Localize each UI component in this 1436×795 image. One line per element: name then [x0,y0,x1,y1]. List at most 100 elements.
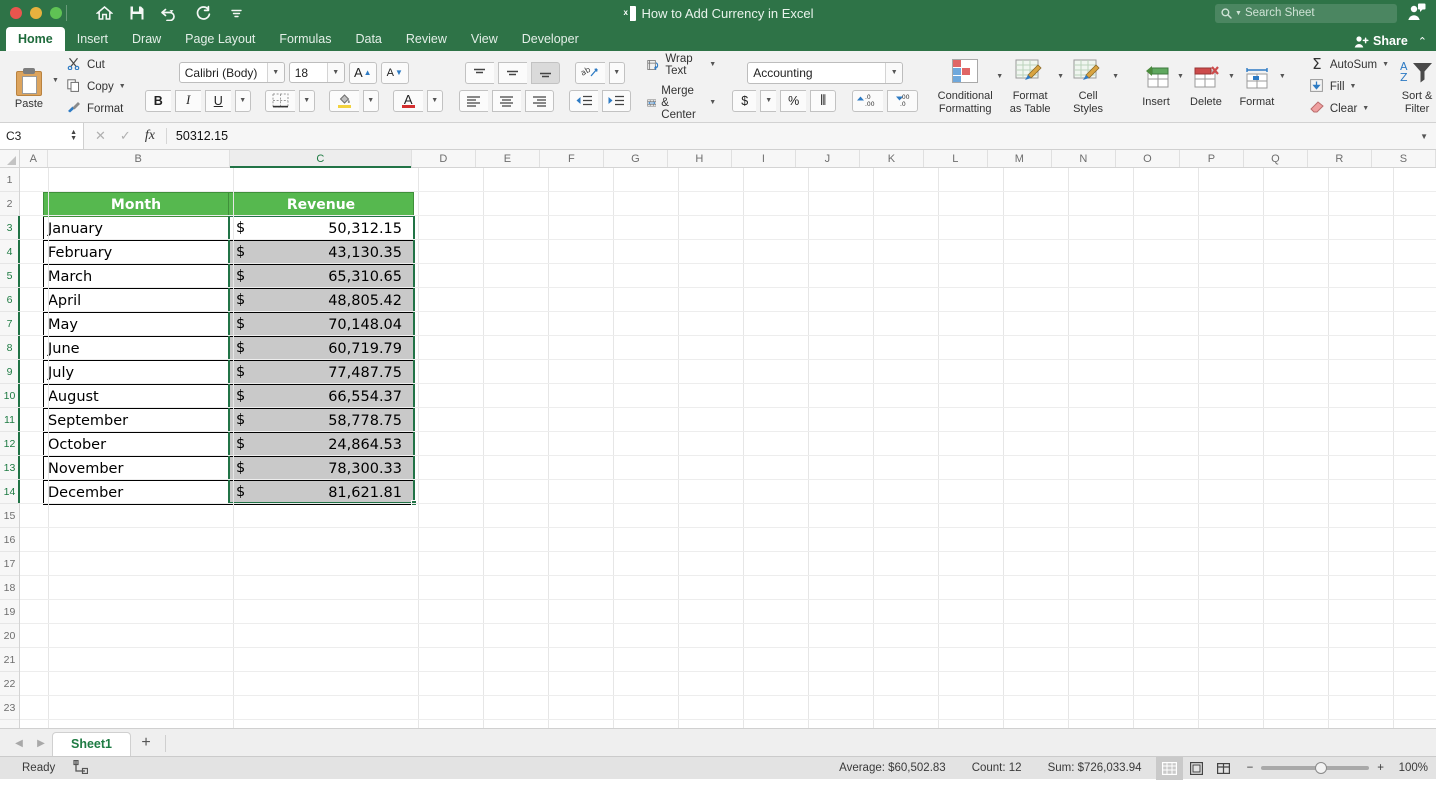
cell-revenue[interactable]: $65,310.65 [228,264,414,289]
tab-developer[interactable]: Developer [510,28,591,51]
cell-revenue[interactable]: $58,778.75 [228,408,414,433]
format-cells-dropdown-icon[interactable]: ▼ [1279,73,1286,80]
currency-format-button[interactable]: $ [732,89,757,112]
add-sheet-button[interactable]: + [131,730,161,756]
tab-view[interactable]: View [459,28,510,51]
conditional-formatting-dropdown-icon[interactable]: ▼ [996,73,1003,80]
normal-view-button[interactable] [1155,756,1183,780]
redo-icon[interactable] [188,1,218,25]
align-bottom-button[interactable] [530,61,560,84]
copy-dropdown-icon[interactable]: ▼ [119,83,126,90]
italic-button[interactable]: I [174,89,201,112]
column-header-J[interactable]: J [795,150,860,167]
row-header-17[interactable]: 17 [0,552,19,576]
number-format-dropdown-icon[interactable]: ▼ [885,62,903,83]
tab-page-layout[interactable]: Page Layout [173,28,267,51]
save-icon[interactable] [122,1,152,25]
row-header-12[interactable]: 12 [0,432,20,456]
insert-cells-dropdown-icon[interactable]: ▼ [1177,73,1184,80]
table-row[interactable]: December $81,621.81 [43,480,414,505]
column-header-E[interactable]: E [475,150,540,167]
autosum-dropdown-icon[interactable]: ▼ [1382,61,1389,68]
cell-area[interactable]: Month Revenue January $50,312.15 February $… [20,168,1436,728]
column-header-O[interactable]: O [1115,150,1180,167]
row-header-5[interactable]: 5 [0,264,20,288]
fill-dropdown-icon[interactable]: ▼ [1350,83,1357,90]
row-header-13[interactable]: 13 [0,456,20,480]
column-header-G[interactable]: G [603,150,668,167]
align-left-button[interactable] [458,89,488,112]
row-header-16[interactable]: 16 [0,528,19,552]
delete-cells-button[interactable]: Delete [1184,51,1228,122]
previous-sheet-button[interactable]: ◀ [8,730,30,756]
underline-button[interactable]: U [204,89,231,112]
autosum-button[interactable]: Σ AutoSum ▼ [1306,55,1392,74]
column-header-Q[interactable]: Q [1243,150,1308,167]
share-button[interactable]: Share [1354,34,1408,48]
underline-dropdown-icon[interactable]: ▼ [234,89,251,112]
fill-color-button[interactable] [328,89,359,112]
cut-button[interactable]: Cut [63,55,129,74]
formula-input[interactable]: 50312.15 [167,129,1420,143]
column-header-B[interactable]: B [47,150,230,167]
page-layout-view-button[interactable] [1183,757,1210,780]
column-header-F[interactable]: F [539,150,604,167]
table-row[interactable]: April $48,805.42 [43,288,414,313]
tab-formulas[interactable]: Formulas [267,28,343,51]
cell-revenue[interactable]: $77,487.75 [228,360,414,385]
expand-formula-bar-icon[interactable]: ▼ [1420,132,1436,141]
row-header-3[interactable]: 3 [0,216,20,240]
increase-decimal-button[interactable]: .0.00 [852,89,884,112]
copy-button[interactable]: Copy ▼ [63,77,129,96]
table-row[interactable]: October $24,864.53 [43,432,414,457]
wrap-text-dropdown-icon[interactable]: ▼ [709,61,716,68]
cell-month[interactable]: January [43,216,229,241]
row-header-9[interactable]: 9 [0,360,20,384]
cell-revenue[interactable]: $43,130.35 [228,240,414,265]
zoom-out-button[interactable]: − [1247,762,1254,774]
customize-toolbar-icon[interactable] [221,1,251,25]
row-header-15[interactable]: 15 [0,504,19,528]
decrease-indent-button[interactable] [568,89,598,112]
font-color-button[interactable]: A [392,89,423,112]
tab-home[interactable]: Home [6,27,65,51]
cell-revenue[interactable]: $78,300.33 [228,456,414,481]
row-header-14[interactable]: 14 [0,480,20,504]
table-row[interactable]: May $70,148.04 [43,312,414,337]
row-header-10[interactable]: 10 [0,384,20,408]
column-header-K[interactable]: K [859,150,924,167]
home-icon[interactable] [89,1,119,25]
increase-font-size-button[interactable]: A ▲ [348,61,377,84]
account-avatar-icon[interactable] [1407,3,1426,24]
font-size-dropdown-icon[interactable]: ▼ [326,63,344,82]
collapse-ribbon-icon[interactable]: ⌃ [1418,35,1427,48]
name-box-spinner-icon[interactable]: ▲ ▼ [70,129,77,142]
cell-styles-button[interactable]: Cell Styles [1064,51,1112,122]
wrap-text-button[interactable]: Wrap Text ▼ [647,53,716,77]
percent-format-button[interactable]: % [780,89,807,112]
insert-function-icon[interactable]: fx [145,128,155,144]
cell-month[interactable]: May [43,312,229,337]
next-sheet-button[interactable]: ▶ [30,730,52,756]
select-all-corner[interactable] [0,150,20,167]
confirm-formula-button[interactable]: ✓ [120,128,131,144]
cell-styles-dropdown-icon[interactable]: ▼ [1112,73,1119,80]
row-header-11[interactable]: 11 [0,408,20,432]
search-input[interactable]: ▼ Search Sheet [1215,3,1397,23]
cell-revenue[interactable]: $60,719.79 [228,336,414,361]
column-header-N[interactable]: N [1051,150,1116,167]
paste-dropdown-icon[interactable]: ▼ [52,77,59,84]
format-painter-button[interactable]: Format [63,99,129,118]
clear-dropdown-icon[interactable]: ▼ [1362,105,1369,112]
format-as-table-button[interactable]: Format as Table [1003,51,1057,122]
page-break-view-button[interactable] [1210,757,1237,780]
column-header-D[interactable]: D [411,150,476,167]
align-center-button[interactable] [491,89,521,112]
row-header-6[interactable]: 6 [0,288,20,312]
column-header-L[interactable]: L [923,150,988,167]
row-header-24[interactable]: 24 [0,720,19,729]
cell-revenue[interactable]: $48,805.42 [228,288,414,313]
table-row[interactable]: November $78,300.33 [43,456,414,481]
column-header-I[interactable]: I [731,150,796,167]
row-header-7[interactable]: 7 [0,312,20,336]
